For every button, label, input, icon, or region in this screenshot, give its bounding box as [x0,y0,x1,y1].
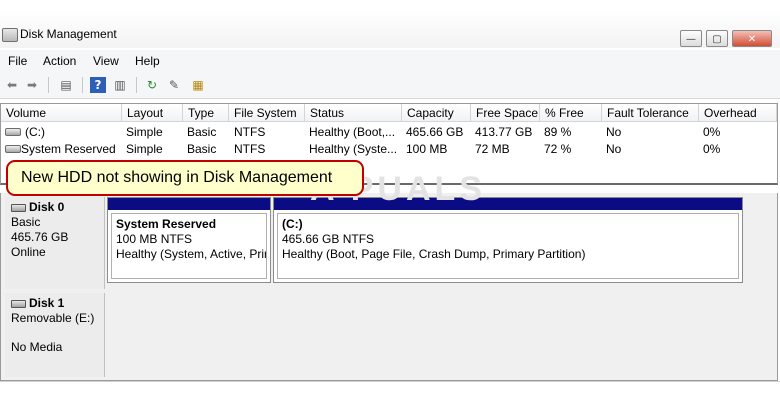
disk-type: Removable (E:) [11,311,95,325]
volume-overhead: 0% [703,142,721,156]
column-header-percent-free[interactable]: % Free [540,104,602,122]
partition-status: Healthy (System, Active, Primary Partiti… [116,247,266,261]
maximize-button[interactable]: ▢ [706,30,728,47]
properties-icon[interactable]: ✎ [166,77,182,93]
volume-file-system: NTFS [234,125,266,139]
partition-size: 465.66 GB NTFS [282,232,375,246]
refresh-icon[interactable]: ↻ [144,77,160,93]
toolbar-separator [82,77,83,93]
volume-overhead: 0% [703,125,721,139]
column-header-overhead[interactable]: Overhead [699,104,777,122]
disk-icon [11,203,26,212]
volume-status: Healthy (Syste... [309,142,398,156]
volume-icon [5,145,21,153]
column-header-capacity[interactable]: Capacity [402,104,471,122]
partition-details: (C:) 465.66 GB NTFS Healthy (Boot, Page … [277,213,739,279]
column-header-layout[interactable]: Layout [122,104,183,122]
menu-bar: File Action View Help [0,50,780,72]
help-topics-icon[interactable]: ▦ [190,77,206,93]
partition-size: 100 MB NTFS [116,232,193,246]
column-header-file-system[interactable]: File System [229,104,305,122]
annotation-callout: New HDD not showing in Disk Management [6,160,364,196]
volume-percent-free: 72 % [544,142,572,156]
disk-media: No Media [11,340,63,354]
column-header-volume[interactable]: Volume [1,104,122,122]
volume-free-space: 413.77 GB [475,125,533,139]
disk-name: Disk 1 [29,296,65,310]
menu-view[interactable]: View [93,54,119,68]
volume-percent-free: 89 % [544,125,572,139]
close-button[interactable]: ✕ [732,30,772,47]
volume-status: Healthy (Boot,... [309,125,396,139]
disk-0-partitions: System Reserved 100 MB NTFS Healthy (Sys… [107,197,743,283]
disk-management-icon [2,28,18,42]
title-bar: Disk Management — ▢ ✕ [0,10,780,48]
disk-icon [11,299,26,308]
show-action-pane-icon[interactable]: ▥ [112,77,128,93]
menu-file[interactable]: File [8,54,27,68]
bottom-strip [0,381,780,400]
volume-name: (C:) [25,125,45,139]
disk-name: Disk 0 [29,200,65,214]
toolbar: ⬅ ➡ ▤ ? ▥ ↻ ✎ ▦ [0,72,780,99]
column-header-fault-tolerance[interactable]: Fault Tolerance [602,104,699,122]
volume-type: Basic [187,125,217,139]
partition-c-drive[interactable]: (C:) 465.66 GB NTFS Healthy (Boot, Page … [273,197,743,283]
volume-icon [5,128,21,136]
volume-free-space: 72 MB [475,142,510,156]
partition-system-reserved[interactable]: System Reserved 100 MB NTFS Healthy (Sys… [107,197,271,283]
window-title: Disk Management [20,27,117,41]
back-arrow-icon[interactable]: ⬅ [4,77,20,93]
partition-details: System Reserved 100 MB NTFS Healthy (Sys… [111,213,267,279]
disk-size: 465.76 GB [11,230,69,244]
column-header-status[interactable]: Status [305,104,402,122]
volume-file-system: NTFS [234,142,266,156]
volume-fault-tolerance: No [606,142,622,156]
disk-1-label[interactable]: Disk 1 Removable (E:) No Media [5,293,105,377]
forward-arrow-icon[interactable]: ➡ [24,77,40,93]
partition-status: Healthy (Boot, Page File, Crash Dump, Pr… [282,247,586,261]
menu-help[interactable]: Help [135,54,160,68]
volume-capacity: 100 MB [406,142,448,156]
partition-title: (C:) [282,217,303,231]
column-header-type[interactable]: Type [183,104,229,122]
volume-name: System Reserved [21,142,116,156]
disk-0-label[interactable]: Disk 0 Basic 465.76 GB Online [5,197,105,289]
column-header-free-space[interactable]: Free Space [471,104,540,122]
disk-state: Online [11,245,46,259]
partition-color-bar [108,198,270,210]
volume-capacity: 465.66 GB [406,125,464,139]
volume-fault-tolerance: No [606,125,622,139]
volume-type: Basic [187,142,217,156]
show-hide-console-tree-icon[interactable]: ▤ [58,77,74,93]
toolbar-separator [136,77,137,93]
partition-title: System Reserved [116,217,217,231]
minimize-button[interactable]: — [680,30,702,47]
toolbar-separator [48,77,49,93]
graphical-disk-view: Disk 0 Basic 465.76 GB Online System Res… [0,193,778,381]
volume-layout: Simple [126,125,163,139]
disk-type: Basic [11,215,41,229]
menu-action[interactable]: Action [43,54,76,68]
help-icon[interactable]: ? [90,77,106,93]
volume-layout: Simple [126,142,163,156]
